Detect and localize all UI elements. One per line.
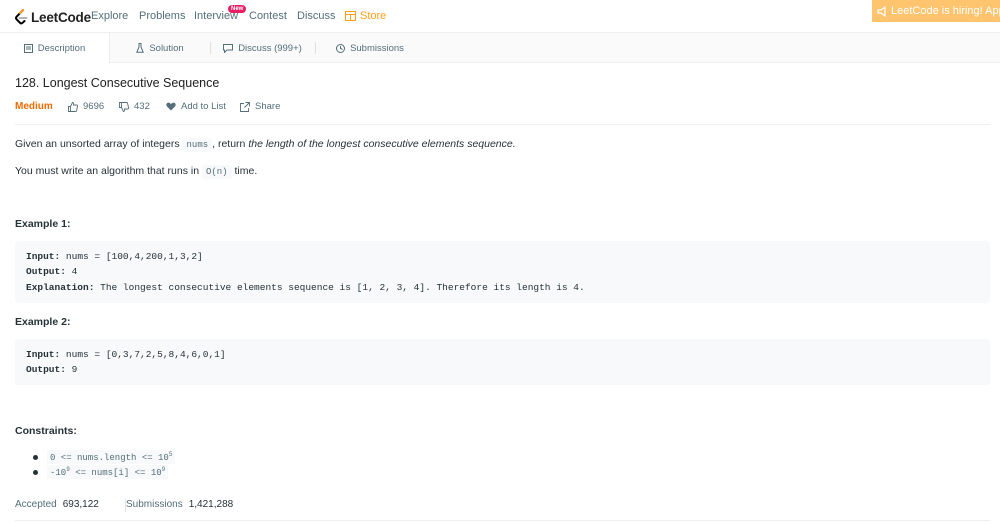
input-value: nums = [0,3,7,2,5,8,4,6,0,1] [60,349,226,360]
logo[interactable]: LeetCode [14,8,91,26]
thumbs-up-icon [68,101,78,112]
list-item: 0 <= nums.length <= 105 [33,450,176,464]
output-label: Output: [26,364,66,375]
inline-code: O(n) [201,165,232,179]
text: You must write an algorithm that runs in [15,165,202,177]
dislike-button[interactable]: 432 [119,101,150,112]
add-to-list-button[interactable]: Add to List [166,101,226,112]
logo-text: LeetCode [31,9,91,25]
megaphone-icon [877,5,886,17]
problem-meta: Medium 9696 432 Add to List Share [15,100,985,114]
bullet-dot [33,469,38,475]
constraint-text: 0 <= nums.length <= 10 [50,453,169,463]
constraints-title: Constraints: [15,425,77,437]
tab-description-label: Description [37,43,86,54]
emphasis-text: the length of the longest consecutive el… [248,138,516,150]
text: Given an unsorted array of integers [15,138,183,150]
tab-solution-label: Solution [149,42,184,54]
example-2-block: Input: nums = [0,3,7,2,5,8,4,6,0,1] Outp… [15,339,990,385]
document-icon [23,44,33,53]
nav-problems[interactable]: Problems [139,10,185,22]
input-value: nums = [100,4,200,1,3,2] [60,251,203,262]
input-label: Input: [26,349,61,360]
nav-discuss[interactable]: Discuss [297,10,336,22]
tab-submissions[interactable]: Submissions [315,33,425,63]
example-input: Input: nums = [0,3,7,2,5,8,4,6,0,1] [26,349,226,360]
flask-icon [136,43,145,53]
explanation-value: The longest consecutive elements sequenc… [94,282,585,293]
output-value: 9 [65,364,78,375]
list-item: -109 <= nums[i] <= 109 [33,465,169,479]
thumbs-down-icon [119,101,129,112]
submissions-label: Submissions [126,499,183,510]
submissions-value: 1,421,288 [188,499,234,510]
submissions-stat: Submissions 1,421,288 [126,499,233,510]
constraint-text: -10 [50,468,67,478]
input-label: Input: [26,251,61,262]
share-icon [240,101,250,112]
example-1-block: Input: nums = [100,4,200,1,3,2] Output: … [15,241,990,303]
dislike-count: 432 [134,101,150,112]
accepted-stat: Accepted 693,122 [15,499,99,510]
hiring-banner[interactable]: LeetCode is hiring! Apply NOW. [872,0,1000,22]
example-explanation: Explanation: The longest consecutive ele… [26,282,585,293]
example-1-title: Example 1: [15,218,71,230]
divider [15,520,990,521]
heart-icon [166,102,176,111]
nav-contest[interactable]: Contest [249,10,287,22]
add-to-list-label: Add to List [181,101,226,112]
like-count: 9696 [83,101,105,112]
output-value: 4 [65,266,78,277]
store-label: Store [360,10,387,22]
nav-store[interactable]: Store [345,10,386,22]
example-input: Input: nums = [100,4,200,1,3,2] [26,251,203,262]
text: , return [212,138,249,150]
like-button[interactable]: 9696 [68,101,104,112]
description-paragraph-1: Given an unsorted array of integers nums… [15,138,516,152]
share-label: Share [255,101,281,112]
superscript: 5 [168,451,173,458]
accepted-value: 693,122 [62,499,99,510]
example-2-title: Example 2: [15,316,71,328]
tab-discuss-label: Discuss (999+) [238,42,302,54]
bullet-dot [33,454,38,460]
tab-description[interactable]: Description [0,33,110,64]
nav-explore[interactable]: Explore [91,10,128,22]
chat-icon [223,43,234,53]
problem-title: 128. Longest Consecutive Sequence [15,76,220,90]
tab-solution[interactable]: Solution [110,33,210,63]
superscript: 9 [161,466,166,473]
top-navbar: LeetCode Explore Problems Interview New … [0,0,1000,33]
leetcode-logo-icon [15,8,28,24]
example-output: Output: 9 [26,364,77,375]
clock-icon [336,43,346,53]
tab-submissions-label: Submissions [350,42,404,54]
constraint-1: 0 <= nums.length <= 105 [47,450,176,464]
accepted-label: Accepted [15,499,57,510]
text: time. [231,165,258,177]
hiring-text: LeetCode is hiring! Apply NOW. [891,5,1000,17]
difficulty-badge: Medium [15,101,53,112]
tab-discuss[interactable]: Discuss (999+) [210,33,315,63]
description-paragraph-2: You must write an algorithm that runs in… [15,165,258,179]
tab-bar: Description Solution Discuss (999+) Subm… [0,33,1000,64]
constraint-text: <= nums[i] <= 10 [69,468,162,478]
inline-code: nums [182,138,213,152]
explanation-label: Explanation: [26,282,95,293]
new-badge: New [228,5,247,13]
example-output: Output: 4 [26,266,77,277]
constraint-2: -109 <= nums[i] <= 109 [47,465,169,479]
store-icon [345,11,356,21]
share-button[interactable]: Share [240,101,280,112]
output-label: Output: [26,266,66,277]
divider [15,124,990,125]
